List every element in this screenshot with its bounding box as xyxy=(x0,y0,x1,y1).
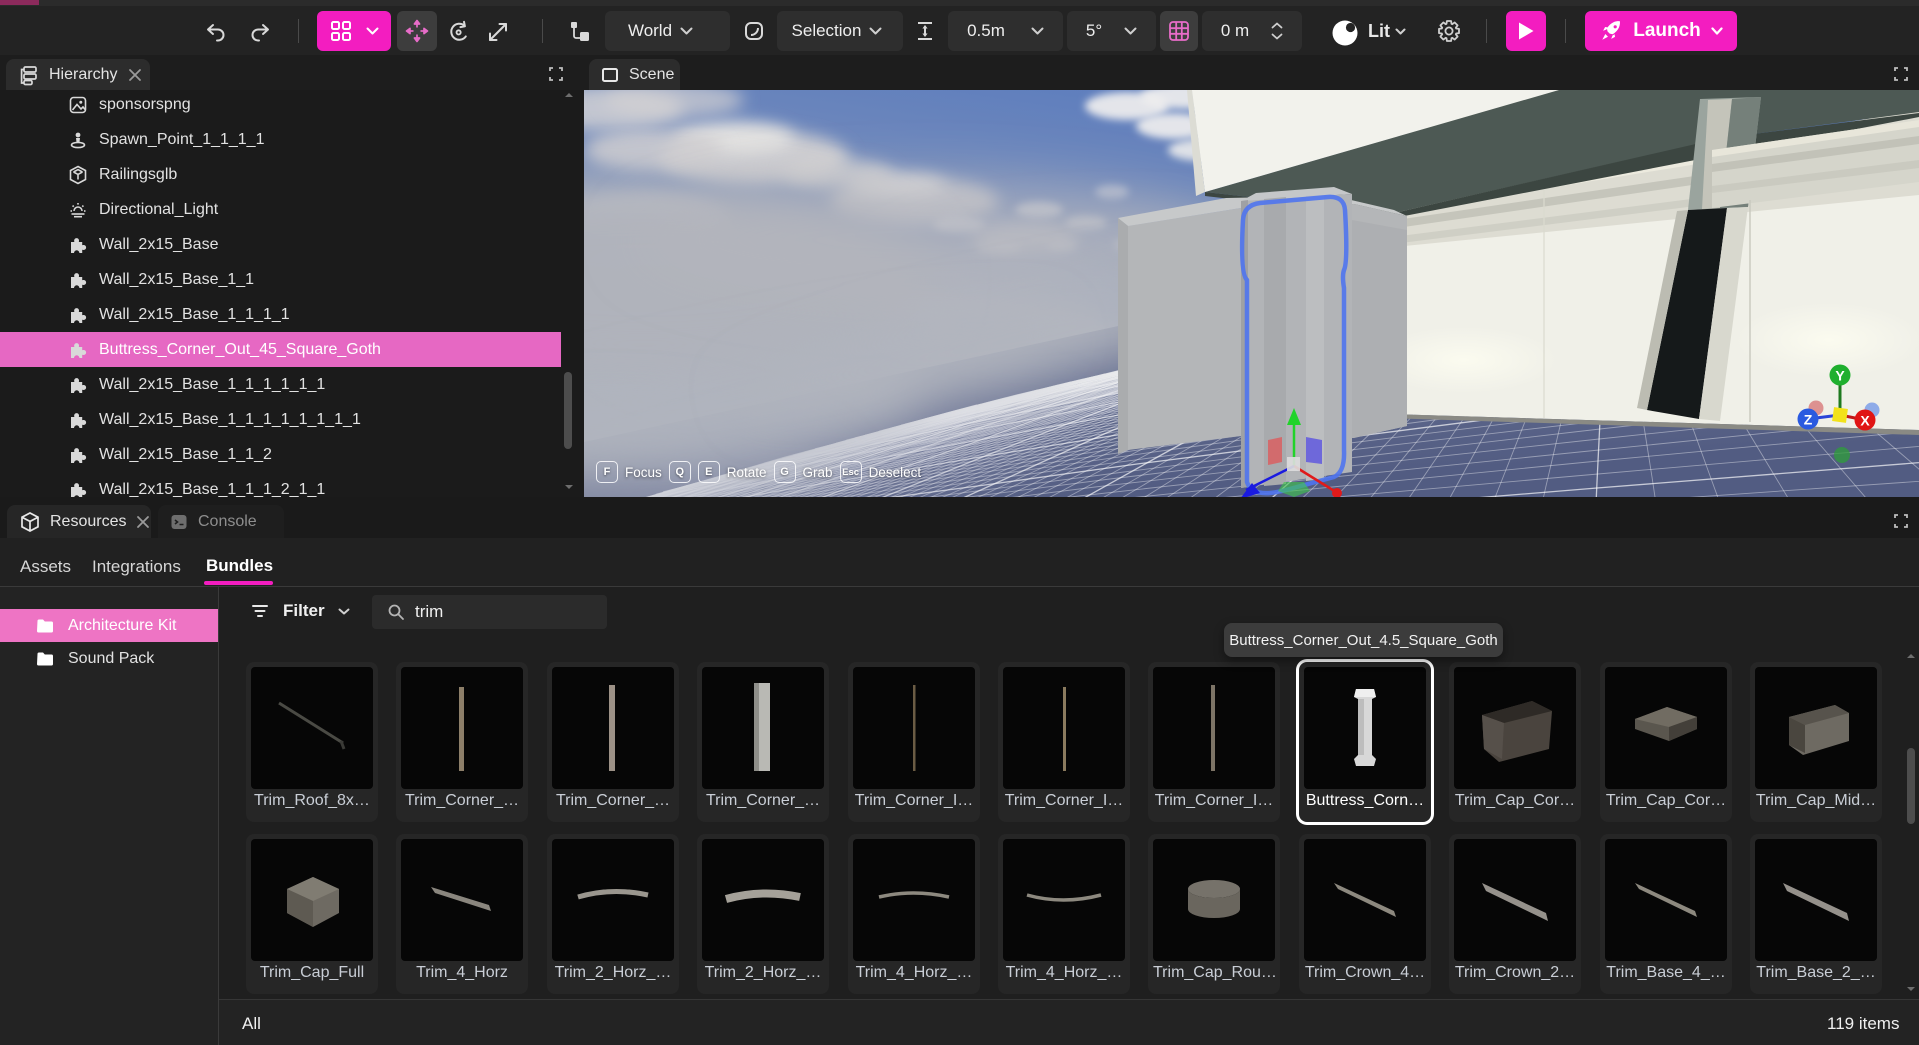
svg-text:Y: Y xyxy=(1835,368,1845,384)
svg-text:Z: Z xyxy=(1804,412,1813,428)
svg-text:X: X xyxy=(1860,413,1870,429)
